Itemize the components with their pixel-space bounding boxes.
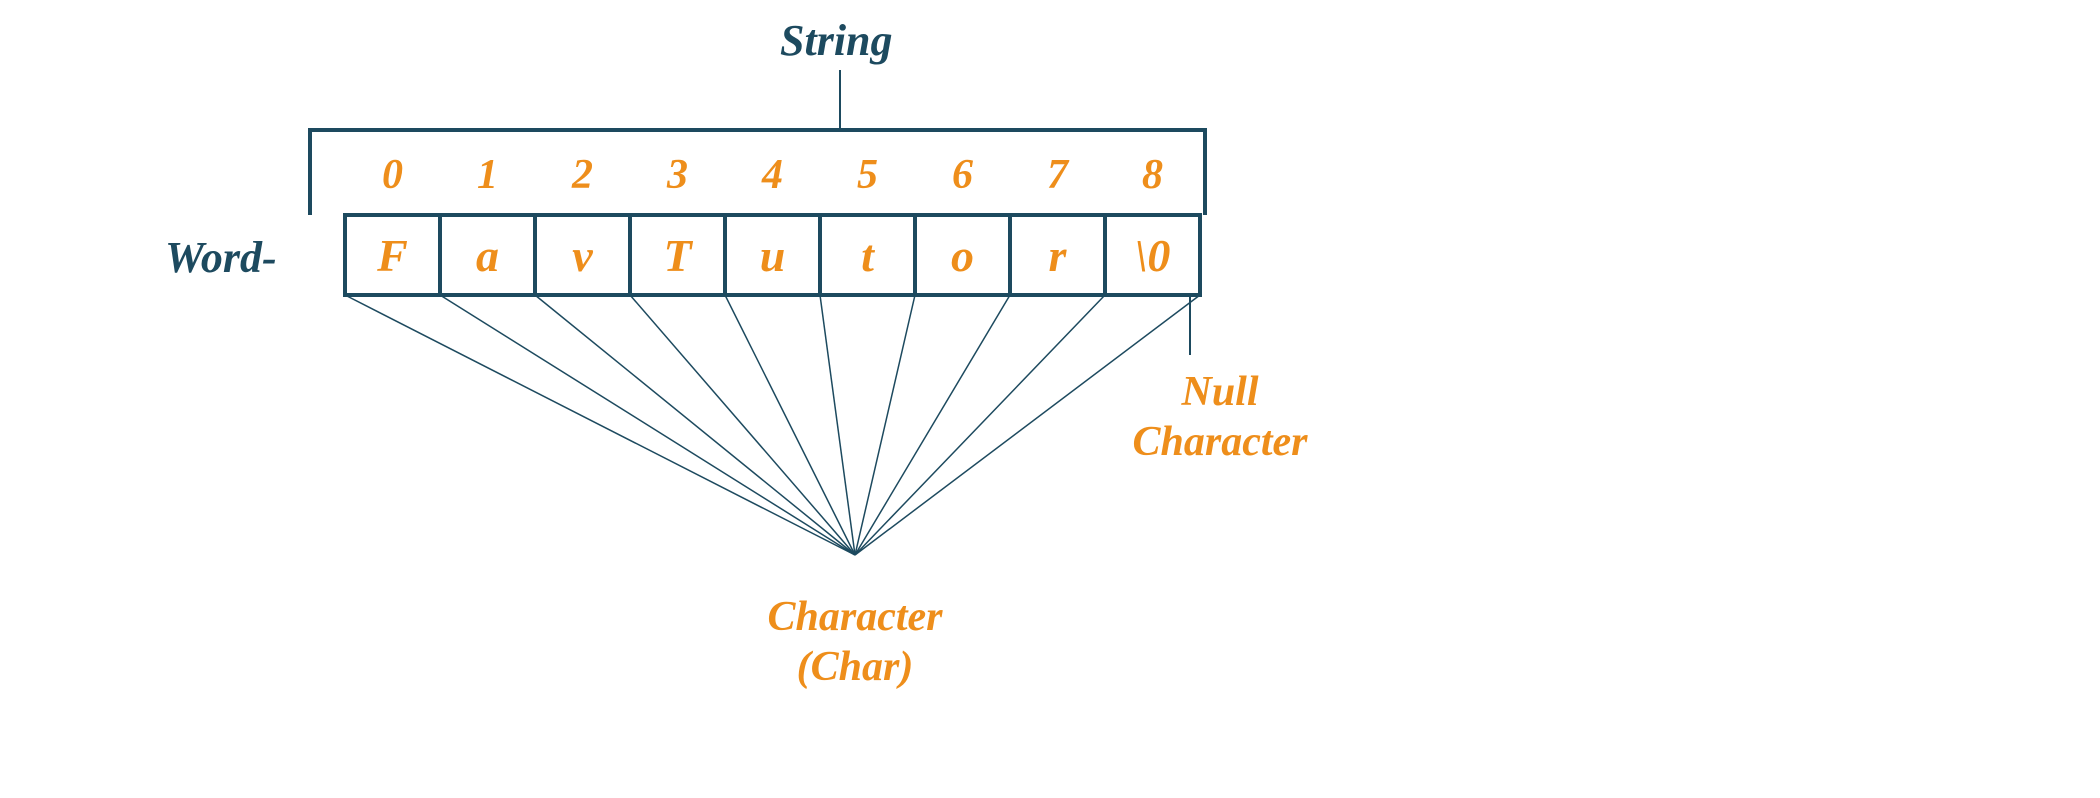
char-cells: Fa v Tu t o r \0 bbox=[345, 215, 1200, 295]
word-label: Word- bbox=[165, 233, 277, 282]
null-label-line2: Character bbox=[1132, 419, 1308, 465]
fan-line-4 bbox=[725, 295, 855, 555]
char-4: u bbox=[760, 230, 786, 281]
character-label-line2: (Char) bbox=[797, 644, 914, 690]
character-label-line1: Character bbox=[767, 594, 943, 640]
index-1: 1 bbox=[477, 152, 498, 198]
index-4: 4 bbox=[761, 152, 783, 198]
title-string: String bbox=[780, 16, 893, 65]
index-3: 3 bbox=[666, 152, 688, 198]
char-5: t bbox=[861, 230, 875, 281]
index-8: 8 bbox=[1142, 152, 1163, 198]
index-row-outline bbox=[310, 130, 1205, 215]
fan-line-2 bbox=[535, 295, 855, 555]
string-diagram: String 0 1 2 3 4 5 6 7 8 Word- Fa v Tu t o r \0 Charac… bbox=[0, 0, 2100, 798]
index-row: 0 1 2 3 4 5 6 7 8 bbox=[382, 152, 1163, 198]
char-8: \0 bbox=[1135, 230, 1171, 281]
index-7: 7 bbox=[1047, 152, 1070, 198]
fan-line-1 bbox=[440, 295, 855, 555]
index-5: 5 bbox=[857, 152, 878, 198]
fan-line-8 bbox=[855, 295, 1105, 555]
fan-line-7 bbox=[855, 295, 1010, 555]
fan-line-0 bbox=[345, 295, 855, 555]
char-fan-lines bbox=[345, 295, 1200, 555]
index-0: 0 bbox=[382, 152, 403, 198]
char-0: F bbox=[376, 230, 408, 281]
null-label-line1: Null bbox=[1180, 369, 1258, 415]
char-2: v bbox=[572, 230, 593, 281]
index-6: 6 bbox=[952, 152, 973, 198]
fan-line-3 bbox=[630, 295, 855, 555]
char-3: T bbox=[663, 230, 693, 281]
index-2: 2 bbox=[571, 152, 593, 198]
fan-line-5 bbox=[820, 295, 855, 555]
char-7: r bbox=[1049, 230, 1068, 281]
char-6: o bbox=[951, 230, 974, 281]
char-1: a bbox=[476, 230, 499, 281]
